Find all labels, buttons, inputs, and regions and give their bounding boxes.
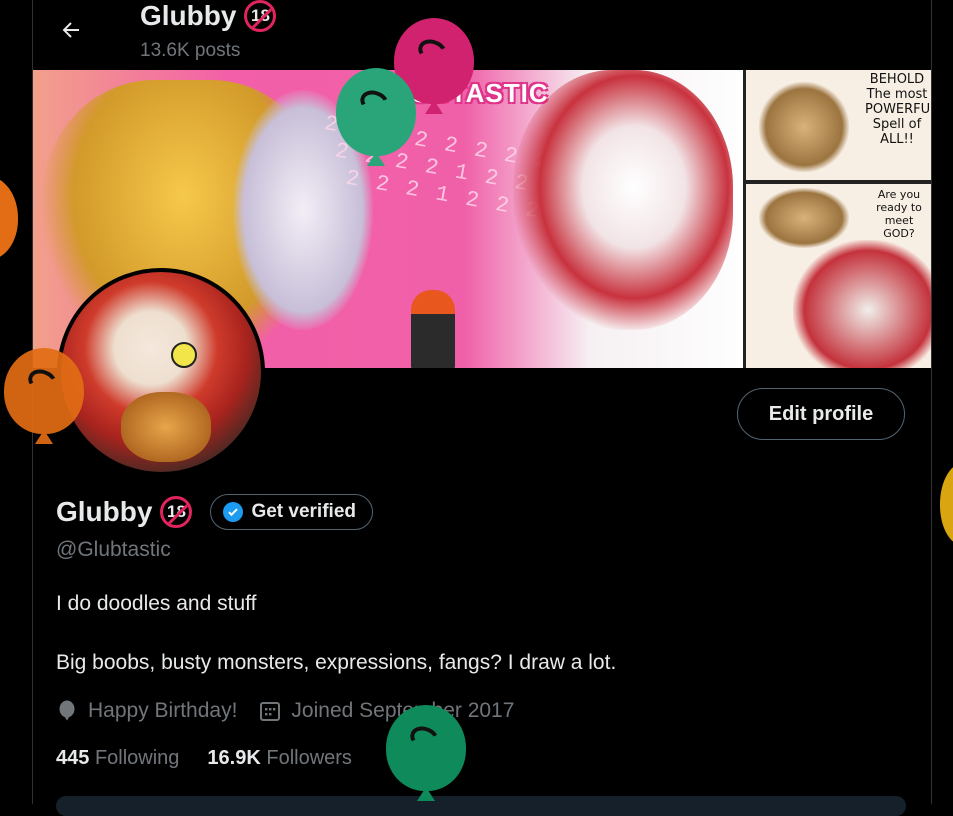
banner-caption-bottom: Are you ready to meet GOD? bbox=[876, 188, 922, 240]
next-section-edge bbox=[56, 796, 906, 816]
banner-panel-divider bbox=[743, 180, 931, 184]
balloon-teal bbox=[336, 68, 416, 166]
following-label: Following bbox=[94, 747, 180, 769]
verified-check-icon bbox=[223, 502, 244, 522]
followers-label: Followers bbox=[266, 747, 352, 769]
following-count: 445 bbox=[56, 747, 90, 769]
avatar[interactable] bbox=[57, 268, 265, 476]
balloon-shine bbox=[25, 366, 60, 397]
balloon-shine bbox=[415, 36, 450, 67]
profile-handle: @Glubtastic bbox=[56, 538, 171, 561]
arrow-left-icon bbox=[62, 22, 79, 38]
column-border-right bbox=[931, 0, 932, 804]
calendar-icon bbox=[260, 702, 281, 721]
balloon-orange-left bbox=[0, 176, 18, 260]
age-restricted-icon: 18 bbox=[160, 496, 193, 528]
banner-art-ghost-girl bbox=[793, 240, 931, 368]
balloon-icon bbox=[59, 700, 75, 721]
banner-caption-top: BEHOLD The most POWERFUL Spell of ALL!! bbox=[865, 72, 931, 147]
birthday-item: Happy Birthday! bbox=[56, 699, 237, 723]
balloon-orange bbox=[4, 348, 84, 444]
banner-art-cat-2 bbox=[759, 188, 849, 248]
balloon-shine bbox=[407, 723, 442, 754]
banner-art-redhead bbox=[513, 70, 733, 330]
banner-art-figure bbox=[411, 290, 455, 368]
joined-item: Joined September 2017 bbox=[259, 699, 514, 723]
balloon-shine bbox=[357, 86, 392, 118]
age-restricted-icon: 18 bbox=[244, 0, 277, 32]
profile-meta: Happy Birthday! Joined September 2017 bbox=[56, 699, 536, 723]
bio-line-1: I do doodles and stuff bbox=[56, 592, 257, 615]
following-link[interactable]: 445 Following bbox=[56, 747, 179, 770]
bio-line-2: Big boobs, busty monsters, expressions, … bbox=[56, 651, 617, 674]
avatar-art-eye bbox=[171, 342, 197, 368]
banner-art-cat bbox=[759, 82, 849, 172]
edit-profile-button[interactable]: Edit profile bbox=[737, 388, 905, 440]
balloon-green bbox=[386, 705, 466, 801]
balloon-yellow bbox=[940, 462, 953, 546]
profile-name: Glubby bbox=[56, 496, 153, 527]
followers-link[interactable]: 16.9K Followers bbox=[207, 747, 352, 770]
followers-count: 16.9K bbox=[207, 747, 261, 769]
follow-stats: 445 Following 16.9K Followers bbox=[56, 747, 352, 770]
back-button[interactable] bbox=[53, 12, 89, 48]
get-verified-label: Get verified bbox=[251, 501, 356, 522]
balloon-knot bbox=[417, 787, 435, 801]
header-post-count: 13.6K posts bbox=[140, 40, 241, 61]
balloon-knot bbox=[35, 430, 53, 444]
birthday-text: Happy Birthday! bbox=[88, 699, 238, 722]
header-title: Glubby 18 bbox=[140, 0, 277, 32]
avatar-art-food bbox=[121, 392, 211, 462]
header-name: Glubby bbox=[140, 0, 237, 31]
profile-header-bar: Glubby 18 13.6K posts bbox=[33, 0, 931, 70]
get-verified-button[interactable]: Get verified bbox=[210, 494, 373, 530]
profile-name-row: Glubby 18 Get verified bbox=[56, 494, 373, 530]
